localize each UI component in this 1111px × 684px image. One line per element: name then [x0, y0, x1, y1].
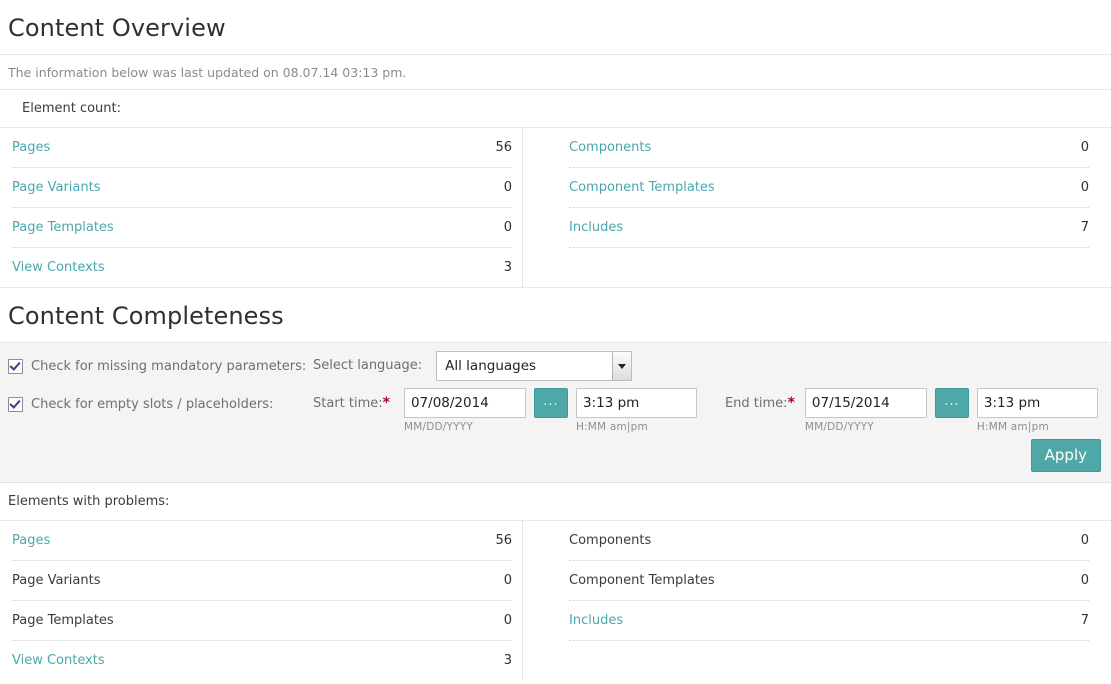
filler	[569, 641, 1089, 680]
start-datetime-group: MM/DD/YYYY ... H:MM am|pm	[404, 388, 697, 433]
row-label-includes[interactable]: Includes	[569, 220, 623, 235]
row-value-component-templates: 0	[1081, 573, 1089, 588]
end-date-input[interactable]	[805, 388, 927, 418]
start-time-label: Start time:*	[313, 388, 390, 419]
row-label-view-contexts[interactable]: View Contexts	[12, 653, 105, 668]
row-label-components: Components	[569, 533, 651, 548]
table-row[interactable]: Includes 7	[569, 601, 1089, 641]
row-value-page-templates: 0	[504, 220, 512, 235]
form-row-language: Check for missing mandatory parameters: …	[0, 351, 1111, 381]
row-label-pages[interactable]: Pages	[12, 140, 50, 155]
checkbox-empty-slots-label: Check for empty slots / placeholders:	[31, 397, 273, 412]
end-datetime-group: MM/DD/YYYY ... H:MM am|pm	[805, 388, 1098, 433]
start-time-input[interactable]	[576, 388, 697, 418]
table-row[interactable]: Includes 7	[569, 208, 1089, 248]
table-row: Component Templates 0	[569, 561, 1089, 601]
required-asterisk: *	[383, 395, 390, 411]
checkbox-empty-slots[interactable]	[8, 397, 23, 412]
filler	[569, 248, 1089, 287]
row-value-view-contexts: 3	[504, 653, 512, 668]
element-count-right-column: Components 0 Component Templates 0 Inclu…	[523, 128, 1111, 287]
table-row[interactable]: Components 0	[569, 128, 1089, 168]
element-count-table: Pages 56 Page Variants 0 Page Templates …	[0, 128, 1111, 287]
row-label-view-contexts[interactable]: View Contexts	[12, 260, 105, 275]
row-value-pages: 56	[495, 140, 512, 155]
end-time-text: End time:	[725, 396, 788, 411]
checkbox-missing-mandatory-label: Check for missing mandatory parameters:	[31, 359, 306, 374]
start-time-field: H:MM am|pm	[576, 388, 697, 433]
table-row: Page Templates 0	[12, 601, 512, 641]
page-title: Content Overview	[0, 0, 1111, 54]
end-time-input[interactable]	[977, 388, 1098, 418]
row-value-components: 0	[1081, 140, 1089, 155]
completeness-title: Content Completeness	[0, 288, 1111, 342]
select-language-label: Select language:	[313, 351, 422, 381]
table-row[interactable]: View Contexts 3	[12, 248, 512, 287]
start-date-input[interactable]	[404, 388, 526, 418]
table-row: Components 0	[569, 521, 1089, 561]
start-date-picker-button[interactable]: ...	[534, 388, 568, 418]
row-label-component-templates[interactable]: Component Templates	[569, 180, 715, 195]
element-count-label: Element count:	[0, 90, 1111, 127]
table-row[interactable]: View Contexts 3	[12, 641, 512, 680]
end-date-hint: MM/DD/YYYY	[805, 418, 927, 433]
end-date-picker-button[interactable]: ...	[935, 388, 969, 418]
table-row[interactable]: Page Variants 0	[12, 168, 512, 208]
row-label-includes[interactable]: Includes	[569, 613, 623, 628]
checkbox-missing-mandatory[interactable]	[8, 359, 23, 374]
check-empty-slots[interactable]: Check for empty slots / placeholders:	[8, 388, 313, 420]
row-label-page-templates: Page Templates	[12, 613, 114, 628]
row-value-page-templates: 0	[504, 613, 512, 628]
end-time-label: End time:*	[725, 388, 795, 419]
start-time-hint: H:MM am|pm	[576, 418, 697, 433]
apply-button[interactable]: Apply	[1031, 439, 1101, 472]
row-value-component-templates: 0	[1081, 180, 1089, 195]
end-time-field: H:MM am|pm	[977, 388, 1098, 433]
row-value-view-contexts: 3	[504, 260, 512, 275]
required-asterisk: *	[788, 395, 795, 411]
apply-row: Apply	[0, 433, 1111, 472]
row-value-includes: 7	[1081, 613, 1089, 628]
row-label-page-templates[interactable]: Page Templates	[12, 220, 114, 235]
end-time-hint: H:MM am|pm	[977, 418, 1098, 433]
completeness-form: Check for missing mandatory parameters: …	[0, 342, 1111, 483]
start-date-field: MM/DD/YYYY	[404, 388, 526, 433]
end-date-field: MM/DD/YYYY	[805, 388, 927, 433]
row-label-page-variants: Page Variants	[12, 573, 101, 588]
row-value-components: 0	[1081, 533, 1089, 548]
language-select-wrapper[interactable]: All languages	[436, 351, 632, 381]
table-row[interactable]: Page Templates 0	[12, 208, 512, 248]
row-label-page-variants[interactable]: Page Variants	[12, 180, 101, 195]
problems-label: Elements with problems:	[0, 483, 1111, 520]
content-overview-page: Content Overview The information below w…	[0, 0, 1111, 684]
element-count-left-column: Pages 56 Page Variants 0 Page Templates …	[0, 128, 523, 287]
start-time-text: Start time:	[313, 396, 383, 411]
table-row[interactable]: Pages 56	[12, 521, 512, 561]
problems-table: Pages 56 Page Variants 0 Page Templates …	[0, 521, 1111, 680]
table-row[interactable]: Pages 56	[12, 128, 512, 168]
table-row[interactable]: Component Templates 0	[569, 168, 1089, 208]
row-value-page-variants: 0	[504, 573, 512, 588]
table-row: Page Variants 0	[12, 561, 512, 601]
row-label-components[interactable]: Components	[569, 140, 651, 155]
row-label-component-templates: Component Templates	[569, 573, 715, 588]
problems-left-column: Pages 56 Page Variants 0 Page Templates …	[0, 521, 523, 680]
last-updated-note: The information below was last updated o…	[0, 55, 1111, 89]
form-row-time-range: Check for empty slots / placeholders: St…	[0, 381, 1111, 433]
row-value-pages: 56	[495, 533, 512, 548]
language-select[interactable]: All languages	[436, 351, 632, 381]
row-label-pages[interactable]: Pages	[12, 533, 50, 548]
problems-right-column: Components 0 Component Templates 0 Inclu…	[523, 521, 1111, 680]
row-value-page-variants: 0	[504, 180, 512, 195]
row-value-includes: 7	[1081, 220, 1089, 235]
check-missing-mandatory[interactable]: Check for missing mandatory parameters:	[8, 351, 313, 381]
start-date-hint: MM/DD/YYYY	[404, 418, 526, 433]
